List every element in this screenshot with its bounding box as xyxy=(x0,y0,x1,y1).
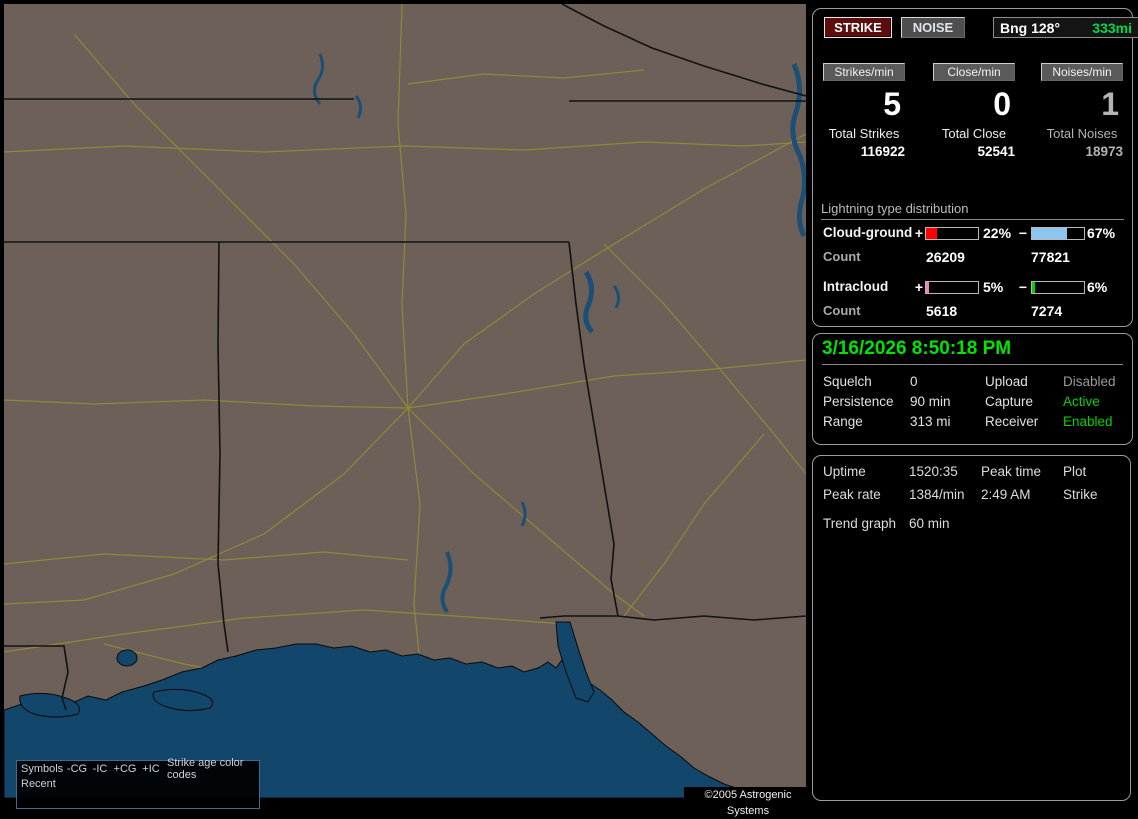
rate-value: 5 xyxy=(883,86,901,122)
trend-graph xyxy=(814,530,1129,796)
plus-count: 26209 xyxy=(926,249,965,265)
status-value: 0 xyxy=(910,374,918,389)
status-label: Persistence xyxy=(823,394,894,409)
trend-graph-label: Trend graph xyxy=(823,516,897,531)
close-min-button[interactable]: Close/min xyxy=(933,63,1015,81)
rate-value: 1 xyxy=(1101,86,1119,122)
legend-type-nic: -IC xyxy=(92,762,108,775)
legend-old-row xyxy=(17,791,259,806)
minus-count: 77821 xyxy=(1031,249,1070,265)
legend-type-pcg: +CG xyxy=(113,762,137,775)
status-row: Persistence 90 min Capture Active xyxy=(813,394,1132,414)
distribution-row: Cloud-ground +22% − 67% xyxy=(813,225,1132,241)
plus-count: 5618 xyxy=(926,303,958,319)
bar-fill xyxy=(926,228,938,239)
distribution-count-row: Count 5618 7274 xyxy=(813,303,1132,319)
stats-cell: 1384/min xyxy=(909,487,965,502)
stats-cell: Plot xyxy=(1063,464,1087,479)
status-label: Capture xyxy=(985,394,1034,409)
bearing-label: Bng 128° xyxy=(1000,19,1061,36)
trend-panel: Uptime 1520:35 Peak time Plot Peak rate 1384/… xyxy=(812,455,1131,801)
minus-count: 7274 xyxy=(1031,303,1063,319)
count-label: Count xyxy=(823,249,861,264)
status-value: 313 mi xyxy=(910,414,951,429)
strike-button[interactable]: STRIKE xyxy=(824,17,892,38)
datetime-display: 3/16/2026 8:50:18 PM xyxy=(822,338,1123,365)
stats-row: Peak rate 1384/min 2:49 AM Strike xyxy=(813,487,1130,509)
stats-row: Uptime 1520:35 Peak time Plot xyxy=(813,464,1130,486)
status-value: Enabled xyxy=(1063,414,1113,429)
status-value: Active xyxy=(1063,394,1100,409)
bar-fill xyxy=(926,282,929,293)
total-value: 18973 xyxy=(1085,144,1123,159)
noise-button[interactable]: NOISE xyxy=(901,17,965,38)
total-value: 116922 xyxy=(860,144,905,159)
status-label: Upload xyxy=(985,374,1028,389)
status-row: Range 313 mi Receiver Enabled xyxy=(813,414,1132,434)
legend-type-ncg: -CG xyxy=(66,762,88,775)
plus-percentage-bar xyxy=(925,281,979,294)
legend-age-label: Recent xyxy=(21,777,56,790)
plus-percentage: 22% xyxy=(983,225,1012,241)
bearing-range: 333mi xyxy=(1092,19,1132,36)
strike-stats-panel: STRIKE NOISE Bng 128° 333mi Strikes/min 5… xyxy=(812,8,1138,327)
status-value: Disabled xyxy=(1063,374,1116,389)
stats-cell: Uptime xyxy=(823,464,866,479)
total-label: Total Close xyxy=(941,126,1007,141)
status-label: Range xyxy=(823,414,863,429)
minus-sign: − xyxy=(1018,225,1028,241)
minus-sign: − xyxy=(1018,279,1028,295)
strikes-min-button[interactable]: Strikes/min xyxy=(823,63,905,81)
legend-type-pic: +IC xyxy=(142,762,160,775)
bar-fill xyxy=(1032,282,1036,293)
rate-column: Close/min 0 Total Close 52541 xyxy=(933,63,1015,159)
status-label: Receiver xyxy=(985,414,1039,429)
distribution-row: Intracloud +5% − 6% xyxy=(813,279,1132,295)
plus-sign: + xyxy=(914,279,924,295)
distribution-type-label: Intracloud xyxy=(823,279,889,294)
map-canvas[interactable]: Symbols -CG -IC +CG +IC Strike age color… xyxy=(4,4,812,817)
legend-header-row: Symbols -CG -IC +CG +IC Strike age color… xyxy=(17,757,259,781)
rate-value: 0 xyxy=(993,86,1011,122)
bearing-readout: Bng 128° 333mi xyxy=(993,17,1138,38)
stats-cell: Peak rate xyxy=(823,487,881,502)
stats-cell: 2:49 AM xyxy=(981,487,1031,502)
trend-graph-value: 60 min xyxy=(909,516,950,531)
rate-column: Noises/min 1 Total Noises 18973 xyxy=(1041,63,1123,159)
minus-percentage-bar xyxy=(1031,281,1085,294)
status-row: Squelch 0 Upload Disabled xyxy=(813,374,1132,394)
map-legend: Symbols -CG -IC +CG +IC Strike age color… xyxy=(16,757,260,809)
stats-cell: 1520:35 xyxy=(909,464,958,479)
legend-age-header: Strike age color codes xyxy=(167,756,244,781)
distribution-count-row: Count 26209 77821 xyxy=(813,249,1132,265)
plus-percentage-bar xyxy=(925,227,979,240)
copyright-label: ©2005 Astrogenic Systems xyxy=(684,787,812,817)
total-label: Total Noises xyxy=(1046,126,1118,141)
distribution-type-label: Cloud-ground xyxy=(823,225,913,240)
plus-percentage: 5% xyxy=(983,279,1004,295)
minus-percentage-bar xyxy=(1031,227,1085,240)
status-label: Squelch xyxy=(823,374,872,389)
count-label: Count xyxy=(823,303,861,318)
noises-min-button[interactable]: Noises/min xyxy=(1041,63,1123,81)
status-panel: 3/16/2026 8:50:18 PM Squelch 0 Upload Disab… xyxy=(812,333,1133,445)
rate-columns: Strikes/min 5 Total Strikes 116922 Close/min… xyxy=(813,63,1132,193)
minus-percentage: 6% xyxy=(1087,279,1108,295)
stats-cell: Strike xyxy=(1063,487,1098,502)
legend-symbols-label: Symbols xyxy=(21,762,64,775)
total-label: Total Strikes xyxy=(828,126,900,141)
lightning-map xyxy=(4,4,806,798)
stats-cell: Peak time xyxy=(981,464,1042,479)
plus-sign: + xyxy=(914,225,924,241)
distribution-title: Lightning type distribution xyxy=(821,201,1124,220)
minus-percentage: 67% xyxy=(1087,225,1116,241)
app-window: { "header": { "strike_button": "STRIKE",… xyxy=(0,0,1138,817)
status-value: 90 min xyxy=(910,394,951,409)
bar-fill xyxy=(1032,228,1067,239)
rate-column: Strikes/min 5 Total Strikes 116922 xyxy=(823,63,905,159)
total-value: 52541 xyxy=(977,144,1015,159)
